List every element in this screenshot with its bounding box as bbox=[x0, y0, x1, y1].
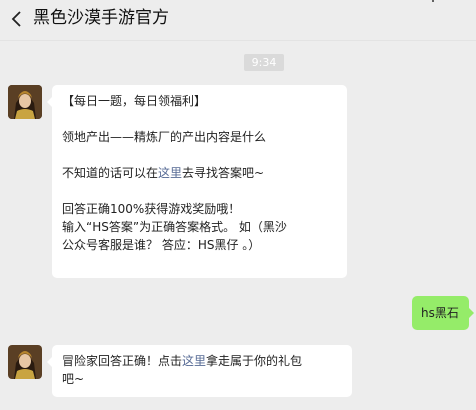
message-line: 输入“HS答案”为正确答案格式。 如（黑沙 bbox=[62, 220, 287, 234]
message-text: 去寻找答案吧~ bbox=[182, 166, 265, 180]
incoming-message-bubble[interactable]: 冒险家回答正确！点击这里拿走属于你的礼包 吧~ bbox=[47, 345, 352, 397]
incoming-message-bubble[interactable]: 【每日一题，每日领福利】 领地产出——精炼厂的产出内容是什么 不知道的话可以在这… bbox=[47, 85, 347, 278]
outgoing-message-bubble[interactable]: hs黑石 bbox=[412, 296, 474, 330]
message-text: hs黑石 bbox=[421, 306, 459, 320]
header-divider bbox=[0, 40, 476, 41]
here-link[interactable]: 这里 bbox=[182, 354, 206, 368]
message-line: 领地产出——精炼厂的产出内容是什么 bbox=[62, 130, 267, 144]
message-line: 吧~ bbox=[62, 372, 85, 386]
message-line: 不知道的话可以在这里去寻找答案吧~ bbox=[62, 164, 337, 182]
message-line: 公众号客服是谁？ 答应：HS黑仔 。） bbox=[62, 238, 261, 252]
here-link[interactable]: 这里 bbox=[158, 166, 182, 180]
message-line: 回答正确100%获得游戏奖励哦！ bbox=[62, 202, 241, 216]
message-timestamp: 9:34 bbox=[244, 54, 284, 71]
back-arrow-icon[interactable] bbox=[9, 9, 25, 29]
message-line: 冒险家回答正确！点击这里拿走属于你的礼包 bbox=[62, 352, 342, 370]
chat-header: 黑色沙漠手游官方 bbox=[0, 0, 476, 40]
official-account-avatar[interactable] bbox=[8, 345, 42, 379]
message-text: 冒险家回答正确！点击 bbox=[62, 354, 183, 368]
message-text: 拿走属于你的礼包 bbox=[206, 354, 303, 368]
more-icon[interactable] bbox=[425, 0, 441, 6]
message-text: 不知道的话可以在 bbox=[62, 166, 159, 180]
message-line: 【每日一题，每日领福利】 bbox=[62, 94, 207, 108]
chat-title: 黑色沙漠手游官方 bbox=[33, 8, 169, 28]
official-account-avatar[interactable] bbox=[8, 85, 42, 119]
